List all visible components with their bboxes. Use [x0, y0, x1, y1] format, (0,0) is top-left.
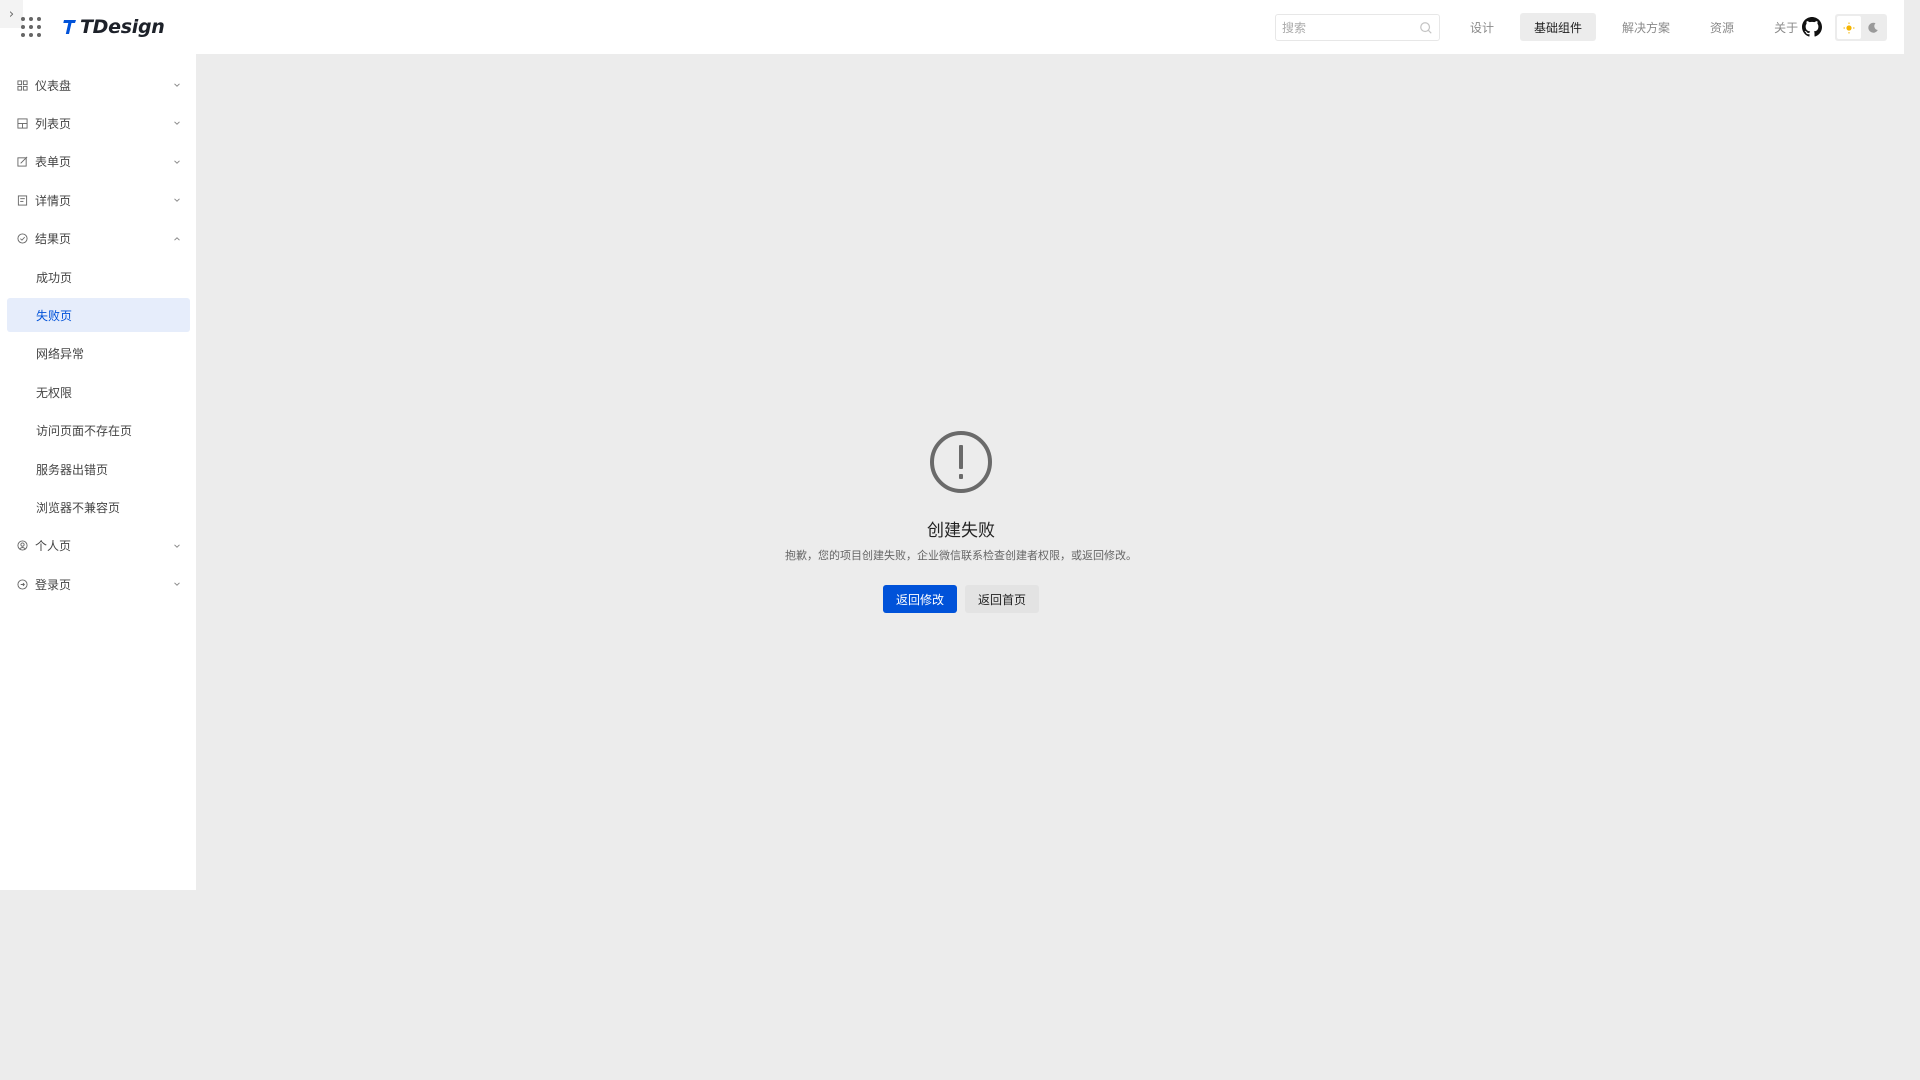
sidebar-subitem-2[interactable]: 网络异常: [7, 337, 190, 371]
sidebar-item-5[interactable]: 个人页: [7, 529, 190, 563]
search-icon[interactable]: [1419, 21, 1433, 35]
sidebar-item-label: 详情页: [35, 193, 72, 208]
sun-icon: [1843, 22, 1855, 33]
login-icon: [16, 578, 29, 591]
sidebar: 仪表盘列表页表单页详情页结果页成功页失败页网络异常无权限访问页面不存在页 服务器出…: [0, 54, 196, 890]
list-icon: [16, 117, 29, 130]
sidebar-subitem-3[interactable]: 无权限: [7, 375, 190, 409]
sidebar-item-label: 结果页: [35, 232, 72, 247]
edit-icon: [16, 155, 29, 168]
top-header: › TDesign 设计基础组件解决方案资源关于: [0, 0, 1904, 54]
light-theme-button[interactable]: [1837, 16, 1861, 39]
chevron-down-icon: [174, 121, 180, 126]
logo[interactable]: TDesign: [61, 13, 165, 41]
error-circle-icon: [930, 431, 992, 493]
sidebar-item-label: 仪表盘: [35, 78, 72, 93]
nav-item-0[interactable]: 设计: [1456, 13, 1508, 41]
tdesign-logo-icon: [63, 20, 76, 34]
check-circle-icon: [16, 232, 29, 245]
search-input[interactable]: [1282, 20, 1419, 35]
top-nav: 设计 基础组件 解决方案 资源 关于: [1456, 13, 1812, 41]
back-to-home-button[interactable]: 返回首页: [965, 585, 1040, 613]
dark-theme-button[interactable]: [1861, 16, 1885, 39]
sidebar-subitem-6[interactable]: 浏览器不兼容页: [7, 490, 190, 524]
moon-icon: [1868, 22, 1878, 33]
chevron-down-icon: [174, 160, 180, 164]
sidebar-item-3[interactable]: 详情页: [7, 183, 190, 217]
sidebar-item-1[interactable]: 列表页: [7, 106, 190, 140]
chevron-down-icon: [174, 582, 180, 587]
nav-item-3[interactable]: 资源: [1696, 13, 1748, 41]
theme-switch: [1835, 14, 1887, 41]
result-description: 抱歉，您的项目创建失败，企业微信联系检查创建者权限，或返回修改。: [785, 549, 1137, 562]
apps-grid-icon[interactable]: [21, 17, 41, 37]
sidebar-subitem-4[interactable]: 访问页面不存在页: [7, 414, 190, 448]
nav-item-2[interactable]: 解决方案: [1608, 13, 1684, 41]
sidebar-item-label: 列表页: [35, 116, 72, 131]
user-circle-icon: [16, 539, 29, 552]
result-panel: 创建失败 抱歉，您的项目创建失败，企业微信联系检查创建者权限，或返回修改。 返回…: [196, 430, 1726, 613]
search-box[interactable]: [1275, 14, 1440, 41]
sidebar-item-label: 个人页: [35, 539, 72, 554]
sidebar-collapse-toggle[interactable]: ›: [0, 0, 23, 28]
sidebar-item-4[interactable]: 结果页: [7, 222, 190, 256]
back-to-edit-button[interactable]: 返回修改: [882, 585, 957, 613]
logo-text: TDesign: [80, 16, 165, 38]
chevron-up-icon: [174, 236, 180, 241]
sidebar-subitem-1[interactable]: 失败页: [7, 298, 190, 333]
sidebar-item-6[interactable]: 登录页: [7, 567, 190, 601]
nav-item-1[interactable]: 基础组件: [1520, 13, 1597, 41]
chevron-down-icon: [174, 83, 180, 87]
github-icon[interactable]: [1802, 17, 1822, 37]
sidebar-item-label: 登录页: [35, 577, 72, 592]
dashboard-icon: [16, 79, 29, 92]
sidebar-item-label: 表单页: [35, 155, 72, 170]
detail-icon: [16, 194, 29, 207]
sidebar-subitem-5[interactable]: 服务器出错页: [7, 452, 190, 486]
sidebar-item-0[interactable]: 仪表盘: [7, 68, 190, 102]
result-title: 创建失败: [927, 521, 995, 541]
sidebar-item-2[interactable]: 表单页: [7, 145, 190, 179]
sidebar-subitem-0[interactable]: 成功页: [7, 260, 190, 294]
chevron-down-icon: [174, 544, 180, 548]
chevron-down-icon: [174, 198, 180, 203]
result-actions: 返回修改 返回首页: [882, 585, 1040, 613]
